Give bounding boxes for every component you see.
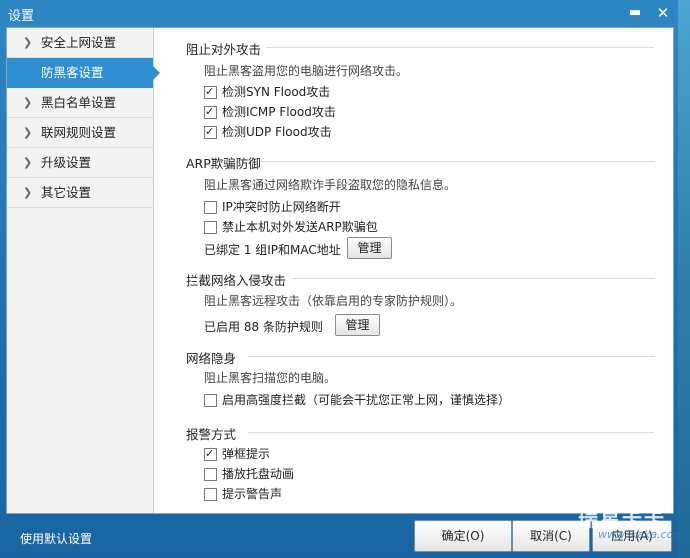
chevron-right-icon: ❯ — [23, 96, 33, 109]
sidebar-item-upgrade[interactable]: ❯ 升级设置 — [7, 148, 153, 178]
checkbox-label: 检测UDP Flood攻击 — [222, 125, 332, 139]
sidebar-item-label: 防黑客设置 — [41, 65, 104, 80]
checkbox-box[interactable] — [204, 488, 217, 501]
intrusion-rules-text: 已启用 88 条防护规则 — [204, 320, 323, 334]
chevron-right-icon: ❯ — [23, 156, 33, 169]
section-title-arp: ARP欺骗防御 — [186, 156, 261, 171]
sidebar-item-blacklist[interactable]: ❯ 黑白名单设置 — [7, 88, 153, 118]
checkbox-label: 启用高强度拦截（可能会干扰您正常上网，谨慎选择） — [222, 393, 511, 407]
window-title: 设置 — [8, 9, 35, 24]
sidebar-item-safe-browsing[interactable]: ❯ 安全上网设置 — [7, 28, 153, 58]
section-title-intrusion: 拦截网络入侵攻击 — [186, 273, 287, 288]
divider — [248, 356, 655, 357]
section-desc: 阻止黑客扫描您的电脑。 — [204, 371, 337, 385]
checkbox-box[interactable] — [204, 84, 217, 100]
divider — [266, 47, 655, 48]
checkbox-label: 禁止本机对外发送ARP欺骗包 — [222, 220, 378, 234]
watermark-url: www.ikaka.com — [598, 528, 685, 541]
settings-window: 设置 ▬ ✕ ❯ 安全上网设置 ❯ 防黑客设置 ❯ 黑白名单设置 ❯ 联网规则设… — [0, 0, 678, 558]
checkbox-label: 检测SYN Flood攻击 — [222, 85, 331, 99]
checkbox-label: IP冲突时防止网络断开 — [222, 200, 341, 214]
settings-panel: ❯ 安全上网设置 ❯ 防黑客设置 ❯ 黑白名单设置 ❯ 联网规则设置 ❯ 升级设… — [6, 27, 674, 514]
checkbox-box[interactable] — [204, 446, 217, 462]
sidebar-item-label: 升级设置 — [41, 155, 92, 170]
sidebar-item-label: 安全上网设置 — [41, 35, 117, 50]
ok-button[interactable]: 确定(O) — [414, 520, 512, 552]
checkbox-label: 检测ICMP Flood攻击 — [222, 105, 336, 119]
section-title-alert: 报警方式 — [186, 427, 237, 442]
section-desc: 阻止黑客通过网络欺诈手段盗取您的隐私信息。 — [204, 178, 457, 192]
section-desc: 阻止黑客远程攻击（依靠启用的专家防护规则）。 — [204, 294, 463, 308]
title-bar[interactable]: 设置 ▬ ✕ — [0, 0, 678, 26]
use-defaults-link[interactable]: 使用默认设置 — [20, 530, 92, 547]
checkbox-label: 提示警告声 — [222, 487, 283, 501]
sidebar-item-other[interactable]: ❯ 其它设置 — [7, 178, 153, 208]
checkbox-box[interactable] — [204, 394, 217, 407]
close-icon[interactable]: ✕ — [654, 4, 672, 22]
checkbox-box[interactable] — [204, 104, 217, 120]
checkbox-box[interactable] — [204, 124, 217, 140]
sidebar: ❯ 安全上网设置 ❯ 防黑客设置 ❯ 黑白名单设置 ❯ 联网规则设置 ❯ 升级设… — [7, 28, 160, 513]
section-title-stealth: 网络隐身 — [186, 351, 237, 366]
arp-bound-text: 已绑定 1 组IP和MAC地址 — [204, 243, 341, 257]
checkbox-label: 播放托盘动画 — [222, 467, 295, 481]
chevron-right-icon: ❯ — [23, 126, 33, 139]
arp-manage-button[interactable]: 管理 — [347, 237, 392, 259]
chevron-right-icon: ❯ — [23, 36, 33, 49]
section-title-external-attack: 阻止对外攻击 — [186, 42, 262, 57]
sidebar-item-anti-hacker[interactable]: ❯ 防黑客设置 — [7, 58, 160, 88]
chevron-right-icon: ❯ — [23, 186, 33, 199]
divider — [248, 432, 655, 433]
section-desc: 阻止黑客盗用您的电脑进行网络攻击。 — [204, 64, 409, 78]
checkbox-box[interactable] — [204, 221, 217, 234]
desktop-background — [678, 0, 690, 558]
checkbox-label: 弹框提示 — [222, 447, 271, 461]
settings-content: 阻止对外攻击 阻止黑客盗用您的电脑进行网络攻击。 检测SYN Flood攻击 检… — [154, 28, 673, 513]
intrusion-manage-button[interactable]: 管理 — [335, 314, 380, 336]
sidebar-item-label: 黑白名单设置 — [41, 95, 117, 110]
sidebar-item-label: 其它设置 — [41, 185, 92, 200]
minimize-icon[interactable]: ▬ — [626, 4, 644, 22]
divider — [292, 278, 655, 279]
checkbox-box[interactable] — [204, 201, 217, 214]
divider — [260, 161, 655, 162]
checkbox-box[interactable] — [204, 468, 217, 481]
sidebar-item-label: 联网规则设置 — [41, 125, 117, 140]
sidebar-item-network-rules[interactable]: ❯ 联网规则设置 — [7, 118, 153, 148]
